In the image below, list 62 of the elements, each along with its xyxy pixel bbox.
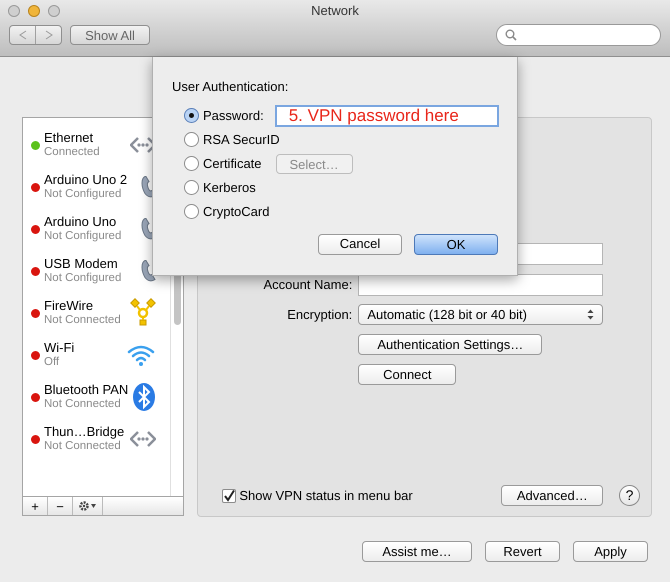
service-item[interactable]: Bluetooth PAN Not Connected bbox=[23, 376, 170, 418]
network-arrows-icon bbox=[130, 431, 156, 447]
option-label: Kerberos bbox=[203, 178, 256, 197]
account-name-field[interactable] bbox=[358, 274, 604, 296]
checkbox[interactable] bbox=[222, 488, 236, 502]
service-status: Not Configured bbox=[44, 271, 122, 286]
service-name: USB Modem bbox=[44, 256, 119, 271]
cancel-button[interactable]: Cancel bbox=[318, 234, 402, 254]
service-name: Arduino Uno 2 bbox=[44, 172, 128, 187]
service-name: Wi-Fi bbox=[44, 340, 76, 355]
window-title: Network bbox=[311, 2, 359, 20]
radio-button[interactable] bbox=[184, 132, 199, 147]
service-item[interactable]: Thun…Bridge Not Connected bbox=[23, 418, 170, 460]
bluetooth-icon bbox=[132, 382, 156, 412]
service-name: Bluetooth PAN bbox=[44, 382, 128, 397]
wifi-icon bbox=[126, 343, 156, 367]
service-status: Not Connected bbox=[44, 439, 122, 454]
close-window-icon[interactable] bbox=[8, 5, 20, 17]
advanced-button[interactable]: Advanced… bbox=[501, 485, 604, 506]
authentication-settings-button[interactable]: Authentication Settings… bbox=[358, 334, 542, 355]
gear-icon bbox=[78, 500, 98, 512]
service-status: Not Configured bbox=[44, 187, 122, 202]
service-name: Arduino Uno bbox=[44, 214, 118, 229]
footer-button[interactable]: Revert bbox=[485, 541, 560, 562]
option-label: CryptoCard bbox=[203, 202, 270, 221]
minimize-window-icon[interactable] bbox=[28, 5, 40, 17]
service-status: Not Connected bbox=[44, 313, 122, 328]
footer-button[interactable]: Assist me… bbox=[362, 541, 472, 562]
sheet-title: User Authentication: bbox=[172, 78, 290, 96]
service-status: Off bbox=[44, 355, 60, 370]
show-vpn-status-label: Show VPN status in menu bar bbox=[239, 486, 413, 505]
phone-icon bbox=[141, 260, 156, 282]
remove-button[interactable]: − bbox=[48, 497, 73, 515]
option-label: RSA SecurID bbox=[203, 130, 280, 149]
search-field[interactable] bbox=[496, 24, 661, 46]
radio-button[interactable] bbox=[184, 204, 199, 219]
service-item[interactable]: Wi-Fi Off bbox=[23, 334, 170, 376]
stepper-arrows-icon bbox=[587, 309, 594, 320]
password-field[interactable]: 5. VPN password here bbox=[274, 104, 499, 126]
service-name: Ethernet bbox=[44, 130, 94, 145]
service-item[interactable]: FireWire Not Connected bbox=[23, 292, 170, 334]
add-button[interactable]: + bbox=[23, 497, 48, 515]
help-button[interactable]: ? bbox=[619, 485, 640, 506]
ok-button[interactable]: OK bbox=[414, 234, 498, 254]
account-name-label: Account Name: bbox=[263, 276, 352, 294]
search-icon bbox=[505, 29, 517, 41]
encryption-label: Encryption: bbox=[287, 306, 352, 324]
footer-button[interactable]: Apply bbox=[573, 541, 648, 562]
connect-button[interactable]: Connect bbox=[358, 364, 456, 385]
service-status: Not Connected bbox=[44, 397, 122, 412]
service-name: FireWire bbox=[44, 298, 94, 313]
zoom-window-icon[interactable] bbox=[48, 5, 60, 17]
radio-button[interactable] bbox=[184, 108, 199, 123]
radio-button[interactable] bbox=[184, 180, 199, 195]
service-name: Thun…Bridge bbox=[44, 424, 126, 439]
option-label: Password: bbox=[203, 106, 264, 125]
option-label: Certificate bbox=[203, 154, 262, 173]
encryption-dropdown[interactable]: Automatic (128 bit or 40 bit) bbox=[358, 304, 604, 325]
show-all-button[interactable]: Show All bbox=[70, 25, 150, 45]
service-status: Connected bbox=[44, 145, 101, 160]
firewire-icon bbox=[130, 298, 156, 328]
service-status: Not Configured bbox=[44, 229, 122, 244]
